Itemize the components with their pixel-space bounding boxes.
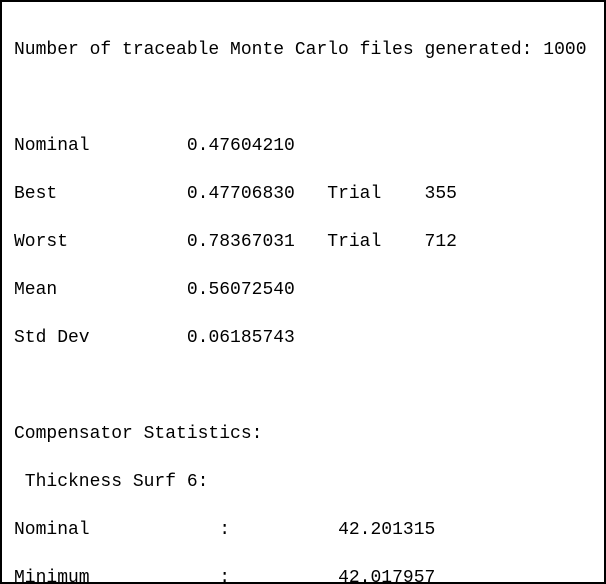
comp-nominal-label: Nominal bbox=[14, 520, 90, 540]
header-label: Number of traceable Monte Carlo files ge… bbox=[14, 40, 532, 60]
std-line: Std Dev 0.06185743 bbox=[14, 326, 594, 350]
worst-trial-label: Trial bbox=[327, 232, 381, 252]
comp-min-line: Minimum : 42.017957 bbox=[14, 566, 594, 584]
comp-min-label: Minimum bbox=[14, 568, 90, 584]
output-panel: Number of traceable Monte Carlo files ge… bbox=[0, 0, 606, 584]
best-line: Best 0.47706830 Trial 355 bbox=[14, 182, 594, 206]
header-line: Number of traceable Monte Carlo files ge… bbox=[14, 38, 594, 62]
blank-line bbox=[14, 86, 594, 110]
comp-min-value: 42.017957 bbox=[338, 568, 435, 584]
mean-line: Mean 0.56072540 bbox=[14, 278, 594, 302]
worst-value: 0.78367031 bbox=[187, 232, 295, 252]
best-trial-num: 355 bbox=[425, 184, 457, 204]
best-value: 0.47706830 bbox=[187, 184, 295, 204]
comp-nominal-line: Nominal : 42.201315 bbox=[14, 518, 594, 542]
nominal-line: Nominal 0.47604210 bbox=[14, 134, 594, 158]
worst-line: Worst 0.78367031 Trial 712 bbox=[14, 230, 594, 254]
comp-sub: Thickness Surf 6: bbox=[14, 470, 594, 494]
comp-nominal-value: 42.201315 bbox=[338, 520, 435, 540]
worst-label: Worst bbox=[14, 232, 68, 252]
std-value: 0.06185743 bbox=[187, 328, 295, 348]
nominal-label: Nominal bbox=[14, 136, 90, 156]
best-label: Best bbox=[14, 184, 57, 204]
comp-title: Compensator Statistics: bbox=[14, 422, 594, 446]
nominal-value: 0.47604210 bbox=[187, 136, 295, 156]
mean-label: Mean bbox=[14, 280, 57, 300]
worst-trial-num: 712 bbox=[425, 232, 457, 252]
header-value: 1000 bbox=[543, 40, 586, 60]
mean-value: 0.56072540 bbox=[187, 280, 295, 300]
blank-line bbox=[14, 374, 594, 398]
std-label: Std Dev bbox=[14, 328, 90, 348]
best-trial-label: Trial bbox=[327, 184, 381, 204]
